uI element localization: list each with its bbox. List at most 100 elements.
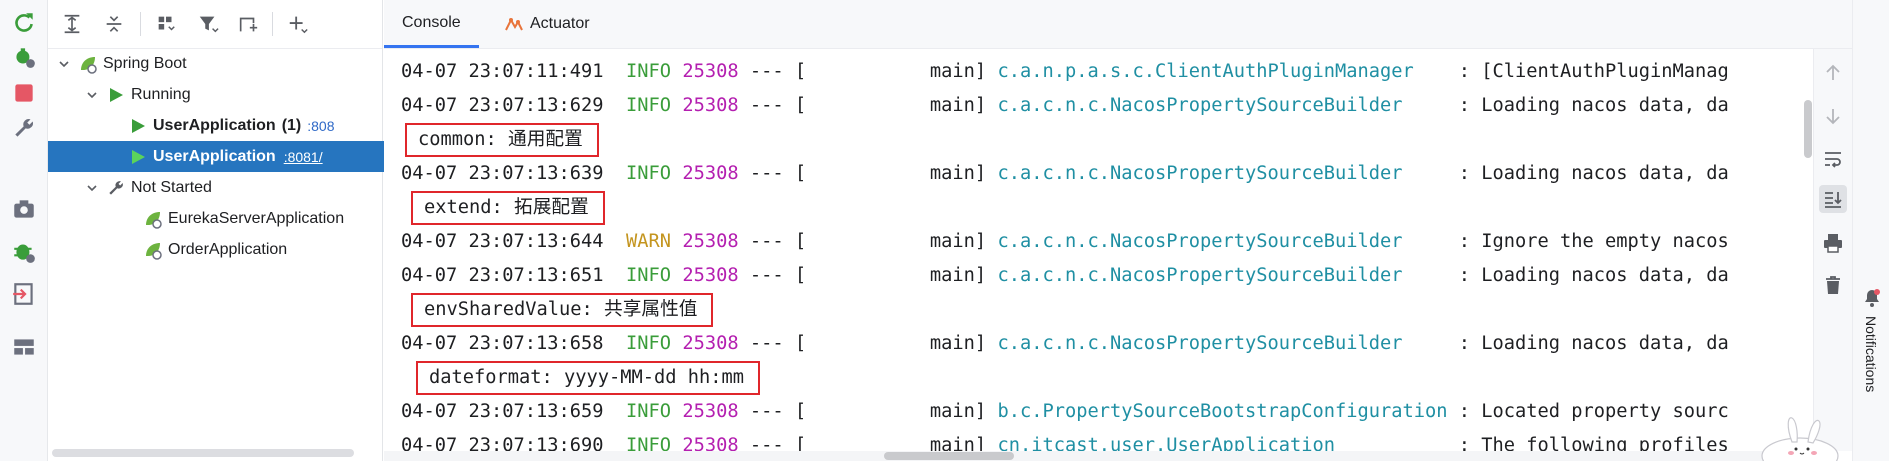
debug-bug-icon[interactable] bbox=[9, 236, 38, 265]
group-icon[interactable] bbox=[152, 10, 180, 38]
log-thread: main] bbox=[929, 333, 987, 354]
tree-node-spring-boot[interactable]: Spring Boot bbox=[48, 48, 390, 79]
log-pid: 25308 bbox=[682, 95, 739, 116]
log-logger: cn.itcast.user.UserApplication bbox=[997, 435, 1335, 451]
log-thread: main] bbox=[929, 435, 987, 451]
log-level: INFO bbox=[626, 61, 672, 82]
print-icon[interactable] bbox=[1819, 229, 1847, 257]
soft-wrap-icon[interactable] bbox=[1819, 145, 1847, 173]
tree-node-not-started[interactable]: Not Started bbox=[48, 172, 418, 203]
scroll-down-icon[interactable] bbox=[1819, 102, 1847, 130]
rerun-icon[interactable] bbox=[9, 8, 38, 37]
app-name: OrderApplication bbox=[168, 240, 288, 258]
services-panel: Spring Boot Running UserApplication (1) … bbox=[48, 0, 462, 461]
expand-all-icon[interactable] bbox=[58, 10, 86, 38]
spring-boot-icon bbox=[78, 54, 98, 74]
highlighted-config: extend: 拓展配置 bbox=[411, 191, 605, 225]
services-horizontal-scrollbar[interactable] bbox=[52, 449, 354, 457]
log-thread: main] bbox=[929, 163, 987, 184]
debug-settings-icon[interactable] bbox=[9, 42, 38, 71]
collapse-all-icon[interactable] bbox=[100, 10, 128, 38]
log-message: : Loading nacos data, da bbox=[1458, 265, 1729, 286]
log-message: : Located property sourc bbox=[1458, 401, 1729, 422]
console-vertical-scrollbar[interactable] bbox=[1804, 100, 1812, 158]
log-line: 04-07 23:07:13:651 INFO 25308 --- [ main… bbox=[401, 259, 1729, 293]
log-pid: 25308 bbox=[682, 401, 739, 422]
port-link[interactable]: :8081/ bbox=[284, 149, 323, 165]
console-horizontal-scroll-track bbox=[384, 451, 1813, 461]
chevron-down-icon[interactable] bbox=[56, 56, 72, 72]
log-separator: --- bbox=[749, 435, 784, 451]
log-logger: c.a.c.n.c.NacosPropertySourceBuilder bbox=[997, 95, 1403, 116]
console-output[interactable]: 04-07 23:07:11:491 INFO 25308 --- [ main… bbox=[384, 49, 1812, 451]
log-line: 04-07 23:07:13:659 INFO 25308 --- [ main… bbox=[401, 395, 1729, 429]
spring-boot-icon bbox=[143, 240, 163, 260]
add-icon[interactable] bbox=[284, 10, 312, 38]
log-logger: c.a.c.n.c.NacosPropertySourceBuilder bbox=[997, 333, 1403, 354]
console-toolbar bbox=[1813, 49, 1852, 451]
log-pid: 25308 bbox=[682, 61, 739, 82]
bunny-sticker-icon bbox=[1752, 412, 1847, 466]
notifications-strip: Notifications bbox=[1852, 0, 1889, 461]
log-timestamp: 04-07 23:07:11:491 bbox=[401, 61, 604, 82]
log-message: : Ignore the empty nacos bbox=[1458, 231, 1729, 252]
bell-icon[interactable] bbox=[1862, 288, 1882, 313]
log-level: INFO bbox=[626, 95, 672, 116]
camera-icon[interactable] bbox=[9, 194, 38, 223]
tab-console[interactable]: Console bbox=[384, 0, 479, 48]
log-pid: 25308 bbox=[682, 231, 739, 252]
log-pid: 25308 bbox=[682, 333, 739, 354]
scroll-to-end-icon[interactable] bbox=[1819, 185, 1847, 213]
log-message: : Loading nacos data, da bbox=[1458, 95, 1729, 116]
log-message: : Loading nacos data, da bbox=[1458, 333, 1729, 354]
chevron-down-icon[interactable] bbox=[84, 87, 100, 103]
log-separator: --- bbox=[749, 61, 784, 82]
log-bracket: [ bbox=[794, 401, 807, 422]
log-line: 04-07 23:07:13:690 INFO 25308 --- [ main… bbox=[401, 429, 1729, 451]
new-service-icon[interactable] bbox=[234, 10, 262, 38]
log-separator: --- bbox=[749, 401, 784, 422]
log-message: : [ClientAuthPluginManag bbox=[1458, 61, 1729, 82]
run-icon bbox=[128, 147, 148, 167]
highlighted-config: envSharedValue: 共享属性值 bbox=[411, 293, 714, 327]
log-bracket: [ bbox=[794, 95, 807, 116]
log-thread: main] bbox=[929, 95, 987, 116]
log-logger: c.a.c.n.c.NacosPropertySourceBuilder bbox=[997, 265, 1403, 286]
log-logger: b.c.PropertySourceBootstrapConfiguration bbox=[997, 401, 1448, 422]
log-message: : The following profiles bbox=[1458, 435, 1729, 451]
port-link[interactable]: :808 bbox=[307, 118, 334, 134]
stop-icon[interactable] bbox=[9, 78, 38, 107]
log-line: 04-07 23:07:11:491 INFO 25308 --- [ main… bbox=[401, 55, 1729, 89]
log-level: INFO bbox=[626, 265, 672, 286]
log-bracket: [ bbox=[794, 435, 807, 451]
log-timestamp: 04-07 23:07:13:644 bbox=[401, 231, 604, 252]
log-timestamp: 04-07 23:07:13:639 bbox=[401, 163, 604, 184]
log-pid: 25308 bbox=[682, 435, 739, 451]
console-horizontal-scrollbar[interactable] bbox=[884, 452, 1014, 460]
tree-node-running[interactable]: Running bbox=[48, 79, 418, 110]
trash-icon[interactable] bbox=[1819, 271, 1847, 299]
log-level: INFO bbox=[626, 163, 672, 184]
layout-icon[interactable] bbox=[9, 332, 38, 361]
tab-bar: Console Actuator bbox=[384, 0, 1889, 49]
chevron-down-icon[interactable] bbox=[84, 180, 100, 196]
tab-label: Console bbox=[402, 13, 461, 31]
scroll-up-icon[interactable] bbox=[1819, 59, 1847, 87]
log-level: WARN bbox=[626, 231, 672, 252]
exit-icon[interactable] bbox=[9, 279, 38, 308]
log-pid: 25308 bbox=[682, 265, 739, 286]
filter-icon[interactable] bbox=[194, 10, 222, 38]
instance-count: (1) bbox=[281, 116, 302, 134]
log-bracket: [ bbox=[794, 61, 807, 82]
log-separator: --- bbox=[749, 265, 784, 286]
tab-actuator[interactable]: Actuator bbox=[486, 0, 608, 48]
log-line: 04-07 23:07:13:629 INFO 25308 --- [ main… bbox=[401, 89, 1729, 123]
app-name: UserApplication bbox=[153, 116, 276, 134]
services-tree: Spring Boot Running UserApplication (1) … bbox=[48, 48, 462, 448]
log-level: INFO bbox=[626, 435, 672, 451]
services-toolbar bbox=[48, 0, 382, 49]
log-timestamp: 04-07 23:07:13:651 bbox=[401, 265, 604, 286]
log-timestamp: 04-07 23:07:13:659 bbox=[401, 401, 604, 422]
notifications-label[interactable]: Notifications bbox=[1863, 316, 1879, 392]
wrench-icon[interactable] bbox=[9, 113, 38, 142]
